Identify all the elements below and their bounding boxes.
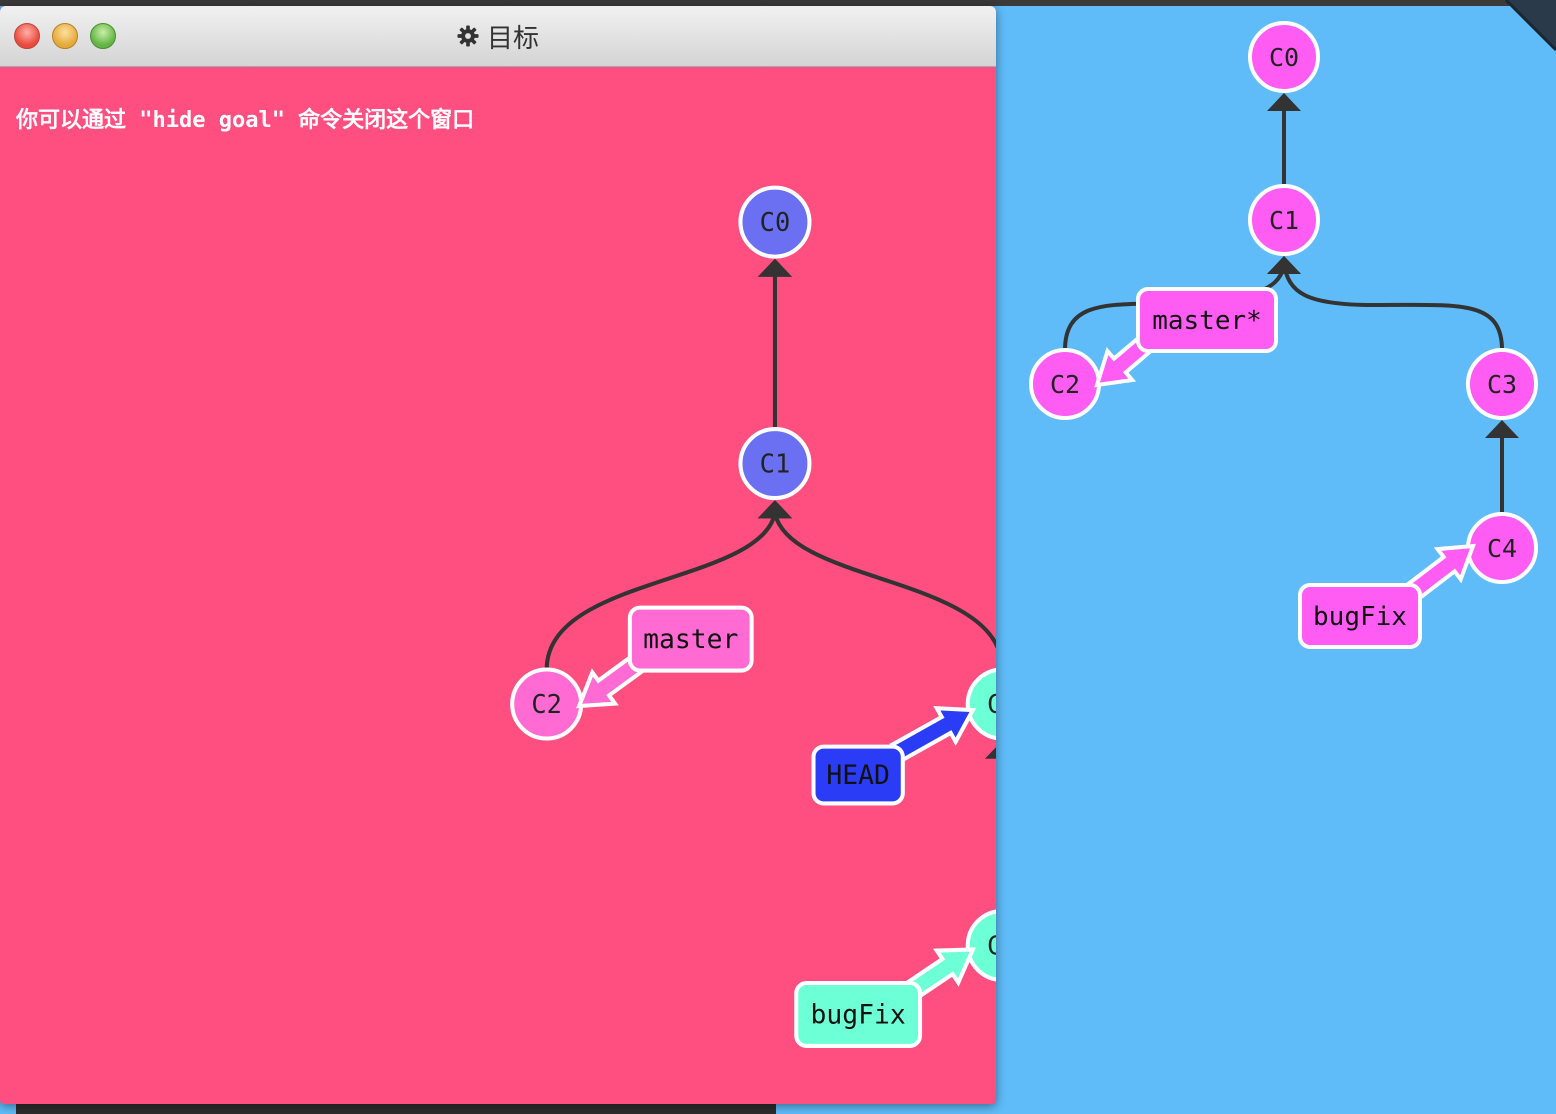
- branch-label-text: bugFix: [1313, 602, 1407, 632]
- branch-bugfix[interactable]: bugFix: [1298, 543, 1476, 649]
- edge-arrowhead-C4-to-C3: [984, 747, 996, 759]
- commit-label: C2: [1050, 370, 1080, 399]
- commit-label: C2: [531, 689, 562, 719]
- commit-label: C3: [987, 689, 996, 719]
- goal-commits: C0 C1 C2 C3 C4: [510, 185, 996, 982]
- branch-label-text: HEAD: [826, 761, 889, 791]
- commit-label: C4: [1487, 534, 1517, 563]
- branch-pointer-arrow: [889, 705, 977, 764]
- edge-arrowhead-C3-to-C1: [757, 500, 793, 519]
- goal-window[interactable]: 目标 你可以通过 "hide goal" 命令关闭这个窗口 C0 C1 C2 C3 C4…: [0, 6, 996, 1104]
- branch-label-text: master: [643, 625, 738, 655]
- commit-label: C1: [1269, 206, 1299, 235]
- current-branches: master* bugFix: [1094, 287, 1476, 649]
- edge-C3-to-C1: [772, 512, 996, 650]
- edge-arrowhead-C1-to-C0: [757, 258, 793, 277]
- branch-master[interactable]: master: [576, 605, 754, 709]
- commit-c3[interactable]: C3: [1466, 348, 1538, 420]
- goal-edges: [544, 258, 996, 759]
- commit-c0[interactable]: C0: [738, 185, 812, 259]
- edge-arrowhead-C3-to-C1: [1267, 256, 1301, 274]
- branch-label-text: master*: [1152, 306, 1262, 336]
- commit-label: C0: [1269, 43, 1299, 72]
- commit-label: C3: [1487, 370, 1517, 399]
- commit-c2[interactable]: C2: [1029, 348, 1101, 420]
- commit-label: C0: [760, 207, 791, 237]
- commit-c0[interactable]: C0: [1248, 21, 1320, 93]
- edge-arrowhead-C4-to-C3: [1485, 420, 1519, 438]
- goal-commit-tree: C0 C1 C2 C3 C4 master HEAD bugFix: [510, 185, 996, 1048]
- commit-c4[interactable]: C4: [1466, 512, 1538, 584]
- commit-c1[interactable]: C1: [1248, 184, 1320, 256]
- commit-c3[interactable]: C3: [965, 668, 996, 741]
- branch-head[interactable]: HEAD: [811, 705, 977, 806]
- commit-c4[interactable]: C4: [965, 909, 996, 982]
- commit-label: C1: [760, 449, 791, 479]
- branch-bugfix[interactable]: bugFix: [794, 947, 976, 1048]
- edge-C3-to-C1: [1282, 265, 1504, 351]
- commit-c2[interactable]: C2: [510, 667, 584, 741]
- current-edges: [1063, 93, 1519, 514]
- edge-arrowhead-C1-to-C0: [1267, 93, 1301, 111]
- branch-label-text: bugFix: [811, 1001, 906, 1031]
- commit-c1[interactable]: C1: [738, 427, 812, 501]
- goal-branches: master HEAD bugFix: [576, 605, 977, 1048]
- commit-label: C4: [987, 931, 996, 961]
